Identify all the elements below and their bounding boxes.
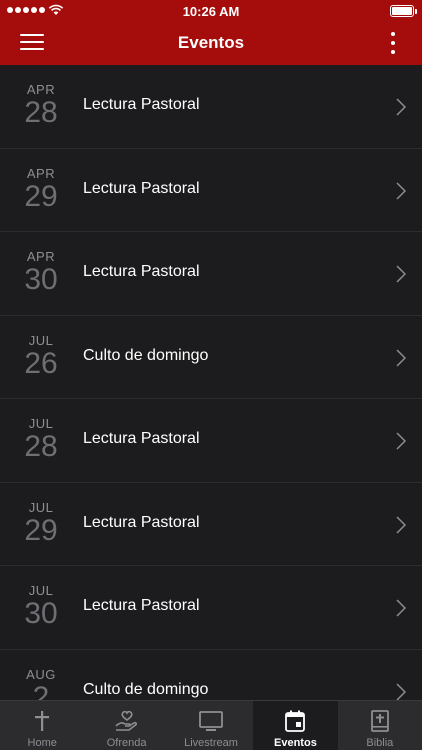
event-row[interactable]: APR 28 Lectura Pastoral [0,65,422,149]
tab-label: Eventos [274,737,317,749]
event-row[interactable]: AUG 2 Culto de domingo [0,649,422,700]
tab-bar: Home Ofrenda Livestream Eventos Biblia [0,700,422,750]
tab-biblia[interactable]: Biblia [338,701,422,750]
chevron-right-icon [396,515,406,534]
tab-label: Biblia [366,737,394,749]
event-date: JUL 28 [14,417,68,463]
event-title: Lectura Pastoral [83,96,200,113]
tab-ofrenda[interactable]: Ofrenda [84,701,168,750]
event-month: APR [26,82,56,97]
event-day: 28 [24,96,58,129]
event-title: Lectura Pastoral [83,179,200,197]
tab-label: Livestream [184,737,238,749]
calendar-icon [285,710,306,732]
chevron-right-icon [396,98,406,116]
event-month: APR [26,165,56,181]
event-day: 30 [24,263,58,296]
event-date: APR 29 [14,165,68,213]
event-month: JUL [28,499,54,515]
chevron-right-icon [396,348,406,367]
event-date: JUL 29 [14,499,68,547]
event-month: JUL [28,416,54,431]
event-row[interactable]: JUL 28 Lectura Pastoral [0,399,422,483]
giving-hand-heart-icon [115,710,137,731]
event-title: Lectura Pastoral [83,513,200,531]
status-bar: 10:26 AM [0,0,422,22]
event-day: 28 [24,430,58,463]
event-title: Lectura Pastoral [83,263,200,280]
event-title: Lectura Pastoral [83,597,200,614]
event-day: 2 [32,680,50,700]
events-list[interactable]: APR 28 Lectura Pastoral APR 29 Lectura P… [0,65,422,700]
event-day: 29 [24,513,58,547]
cross-icon [35,711,50,731]
chevron-right-icon [396,599,406,617]
event-day: 30 [24,597,58,630]
chevron-right-icon [396,432,406,450]
tab-livestream[interactable]: Livestream [169,701,253,750]
event-date: JUL 26 [14,332,68,380]
tab-home[interactable]: Home [0,701,84,750]
more-options-icon[interactable] [390,32,396,54]
chevron-right-icon [396,682,406,700]
chevron-right-icon [396,265,406,283]
battery-icon [390,5,417,17]
event-date: APR 28 [14,83,68,129]
chevron-right-icon [396,181,406,200]
event-month: AUG [26,666,56,682]
event-title: Lectura Pastoral [83,430,200,447]
event-month: JUL [28,583,54,598]
event-month: JUL [28,332,54,348]
tab-label: Home [27,737,57,749]
page-title: Eventos [177,33,245,52]
event-row[interactable]: JUL 26 Culto de domingo [0,315,422,399]
event-day: 26 [24,346,58,380]
event-date: JUL 30 [14,584,68,630]
event-month: APR [26,249,56,264]
event-title: Culto de domingo [83,680,209,698]
event-row[interactable]: APR 30 Lectura Pastoral [0,232,422,316]
event-date: AUG 2 [14,666,68,700]
status-time: 10:26 AM [182,4,240,19]
tab-eventos[interactable]: Eventos [253,701,338,750]
event-date: APR 30 [14,250,68,296]
bible-icon [370,710,389,732]
tab-label: Ofrenda [106,737,147,749]
navigation-bar: Eventos [0,22,422,65]
event-row[interactable]: JUL 29 Lectura Pastoral [0,482,422,566]
event-title: Culto de domingo [83,346,209,364]
event-day: 29 [24,179,58,213]
tv-icon [199,711,223,731]
event-row[interactable]: APR 29 Lectura Pastoral [0,148,422,232]
event-row[interactable]: JUL 30 Lectura Pastoral [0,566,422,650]
